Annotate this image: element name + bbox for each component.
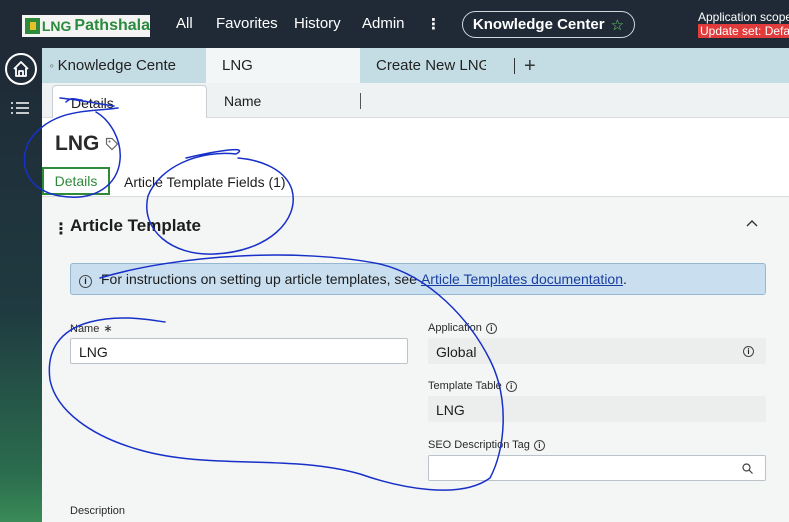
nav-favorites[interactable]: Favorites	[216, 15, 278, 32]
logo-flag-icon	[25, 18, 40, 34]
article-template-fields-tab[interactable]: Article Template Fields (1)	[124, 174, 286, 190]
seo-info-icon[interactable]: i	[533, 439, 545, 451]
home-button[interactable]	[5, 53, 37, 85]
article-templates-doc-link[interactable]: Article Templates documentation	[421, 271, 623, 287]
template-table-info-icon[interactable]: i	[505, 380, 517, 392]
application-field: Global i	[428, 338, 766, 364]
template-table-label-text: Template Table	[428, 380, 502, 392]
main-content: LNG Details Article Template Fields (1) …	[42, 118, 789, 522]
application-label-text: Application	[428, 322, 482, 334]
seo-description-tag-label: SEO Description Tag i	[428, 439, 545, 451]
home-small-icon	[50, 63, 54, 68]
application-detail-icon[interactable]: i	[743, 346, 754, 357]
article-template-section: ⋮ Article Template i For instructions on…	[42, 197, 789, 522]
left-rail	[0, 48, 42, 522]
application-info-icon[interactable]: i	[485, 322, 497, 334]
new-tab-plus-icon[interactable]: +	[524, 55, 536, 78]
search-icon[interactable]	[742, 463, 753, 474]
subtab-details-label: Details	[71, 95, 114, 111]
tab-lng-label: LNG	[222, 57, 253, 74]
info-period: .	[623, 271, 627, 287]
tab-knowledge-center-label: Knowledge Cente	[57, 57, 176, 74]
info-text: For instructions on setting up article t…	[101, 271, 417, 287]
logo-lng-text: LNG	[41, 18, 72, 34]
top-header: LNG Pathshala All Favorites History Admi…	[0, 0, 789, 48]
logo-pathshala-text: Pathshala	[74, 17, 150, 34]
subtab-name[interactable]: Name	[224, 93, 261, 109]
application-scope-label[interactable]: Application scope:	[698, 10, 789, 24]
subtab-separator	[360, 93, 361, 109]
seo-description-tag-input[interactable]	[428, 455, 766, 481]
section-menu-icon[interactable]: ⋮	[53, 219, 69, 239]
nav-all[interactable]: All	[176, 15, 193, 32]
logo[interactable]: LNG Pathshala	[22, 15, 150, 37]
application-value: Global	[436, 344, 477, 360]
template-table-label: Template Table i	[428, 380, 517, 392]
home-icon	[13, 61, 29, 77]
tab-lng[interactable]: LNG	[206, 48, 360, 83]
name-label: Name ∗	[70, 322, 113, 336]
workspace-tab-strip: Knowledge Cente LNG Create New LNG +	[42, 48, 789, 83]
section-title: Article Template	[70, 216, 202, 235]
tab-create-new-lng[interactable]: Create New LNG	[376, 48, 486, 83]
list-menu-button[interactable]	[11, 101, 29, 120]
knowledge-center-button[interactable]: Knowledge Center ☆	[462, 11, 635, 38]
nav-more-icon[interactable]: ⋮	[426, 15, 441, 33]
tab-create-new-lng-label: Create New LNG	[376, 57, 486, 74]
required-marker: ∗	[103, 323, 113, 335]
nav-admin[interactable]: Admin	[362, 15, 405, 32]
knowledge-center-label: Knowledge Center	[472, 16, 605, 33]
chevron-up-icon[interactable]	[746, 219, 758, 227]
info-banner: i For instructions on setting up article…	[70, 263, 766, 295]
update-set-badge[interactable]: Update set: Default	[698, 24, 789, 38]
tab-separator	[514, 58, 515, 74]
seo-label-text: SEO Description Tag	[428, 439, 530, 451]
record-title: LNG	[55, 132, 100, 155]
template-table-field: LNG	[428, 396, 766, 422]
subtab-details[interactable]: Details	[52, 85, 207, 119]
info-icon: i	[79, 271, 92, 288]
star-icon[interactable]: ☆	[611, 16, 624, 34]
description-label: Description	[70, 505, 126, 517]
tab-knowledge-center[interactable]: Knowledge Cente	[48, 48, 176, 83]
name-input[interactable]: LNG	[70, 338, 408, 364]
list-icon	[11, 102, 29, 114]
details-tab-button[interactable]: Details	[42, 167, 110, 195]
record-subtab-strip: Details Name	[42, 83, 789, 119]
tag-icon[interactable]	[105, 137, 119, 151]
name-label-text: Name	[70, 322, 100, 335]
nav-history[interactable]: History	[294, 15, 341, 32]
application-label: Application i	[428, 322, 497, 334]
